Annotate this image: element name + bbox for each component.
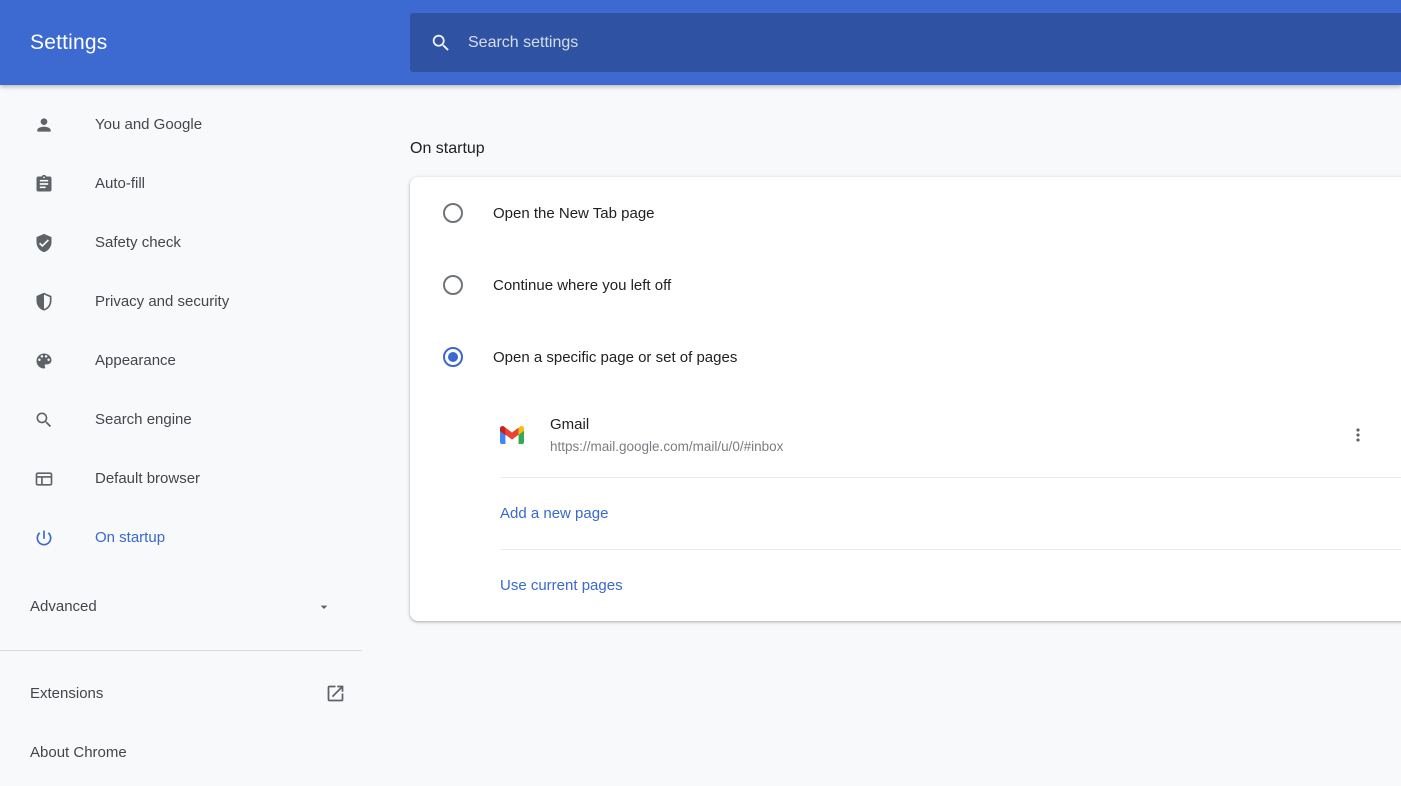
search-engine-icon [34,410,54,430]
safety-check-icon [34,233,54,253]
sidebar-item-label: Search engine [95,411,192,428]
app-header: Settings [0,0,1401,85]
search-settings-box[interactable] [410,13,1401,72]
sidebar-item-label: You and Google [95,116,202,133]
radio-button[interactable] [443,203,463,223]
sidebar-item-advanced[interactable]: Advanced [0,577,410,636]
advanced-label: Advanced [30,598,97,615]
sidebar-item-privacy-and-security[interactable]: Privacy and security [0,272,410,331]
radio-option-label: Open the New Tab page [493,205,655,222]
sidebar-item-you-and-google[interactable]: You and Google [0,95,410,154]
sidebar-item-about-chrome[interactable]: About Chrome [0,723,410,782]
sidebar-item-label: Appearance [95,352,176,369]
radio-option-continue[interactable]: Continue where you left off [410,249,1401,321]
sidebar-item-label: Default browser [95,470,200,487]
startup-page-name: Gmail [550,416,783,433]
sidebar-item-appearance[interactable]: Appearance [0,331,410,390]
power-icon [34,528,54,548]
more-actions-button[interactable] [1346,423,1370,447]
sidebar-item-autofill[interactable]: Auto-fill [0,154,410,213]
about-chrome-label: About Chrome [30,744,127,761]
add-new-page-link[interactable]: Add a new page [500,505,608,522]
search-icon [430,32,452,54]
browser-window-icon [34,469,54,489]
radio-option-label: Open a specific page or set of pages [493,349,737,366]
startup-page-url: https://mail.google.com/mail/u/0/#inbox [550,439,783,454]
page-title: Settings [30,0,107,85]
radio-option-new-tab[interactable]: Open the New Tab page [410,177,1401,249]
startup-page-row-gmail: Gmail https://mail.google.com/mail/u/0/#… [410,393,1401,477]
settings-content: On startup Open the New Tab page Continu… [410,85,1401,621]
gmail-icon [500,426,524,444]
autofill-icon [34,174,54,194]
use-current-pages-row: Use current pages [410,550,1401,621]
sidebar-item-safety-check[interactable]: Safety check [0,213,410,272]
sidebar-item-default-browser[interactable]: Default browser [0,449,410,508]
sidebar-item-search-engine[interactable]: Search engine [0,390,410,449]
section-title: On startup [410,140,1401,158]
radio-option-specific-pages[interactable]: Open a specific page or set of pages [410,321,1401,393]
radio-button[interactable] [443,275,463,295]
search-input[interactable] [468,34,1168,52]
radio-option-label: Continue where you left off [493,277,671,294]
use-current-pages-link[interactable]: Use current pages [500,577,623,594]
settings-sidebar: You and Google Auto-fill Safety check Pr… [0,85,410,782]
radio-button[interactable] [443,347,463,367]
add-new-page-row: Add a new page [410,478,1401,549]
chevron-down-icon [316,599,332,615]
sidebar-item-extensions[interactable]: Extensions [0,664,410,723]
sidebar-item-label: On startup [95,529,165,546]
three-dot-menu-icon [1348,425,1368,445]
sidebar-item-label: Safety check [95,234,181,251]
sidebar-item-label: Privacy and security [95,293,229,310]
person-icon [34,115,54,135]
sidebar-item-label: Auto-fill [95,175,145,192]
sidebar-divider [0,650,362,651]
palette-icon [34,351,54,371]
open-in-new-icon [325,683,346,704]
on-startup-card: Open the New Tab page Continue where you… [410,177,1401,621]
privacy-shield-icon [34,292,54,312]
extensions-label: Extensions [30,685,103,702]
sidebar-item-on-startup[interactable]: On startup [0,508,410,567]
